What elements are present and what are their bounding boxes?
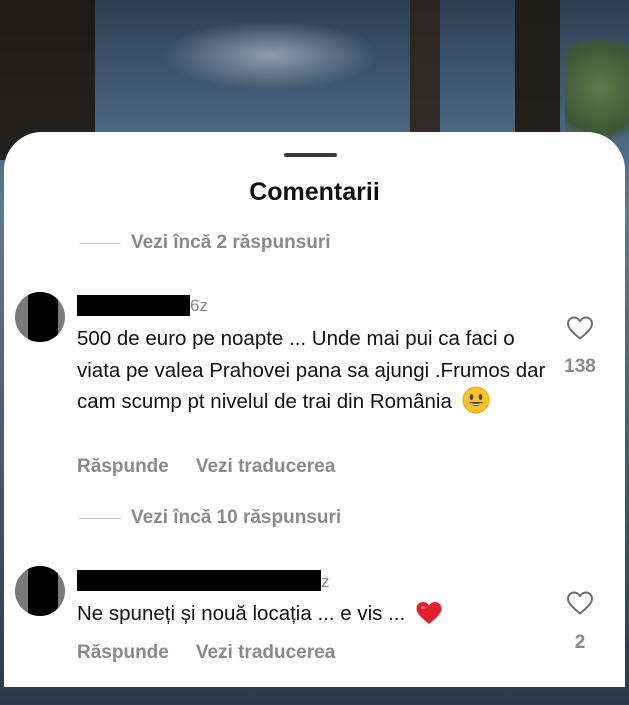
comment-text: 500 de euro pe noapte ... Unde mai pui c… — [77, 327, 546, 414]
comment-actions: Răspunde Vezi traducerea — [77, 642, 335, 664]
like-count: 138 — [564, 356, 596, 377]
comments-sheet: Comentarii Vezi încă 2 răspunsuri 6z 500… — [4, 132, 625, 687]
like-heart-icon[interactable] — [566, 590, 594, 616]
view-more-replies-2[interactable]: Vezi încă 10 răspunsuri — [79, 507, 341, 529]
username-redaction — [77, 570, 321, 591]
like-heart-icon[interactable] — [566, 315, 594, 341]
reply-button[interactable]: Răspunde — [77, 456, 169, 478]
comment-age: 6z — [190, 296, 208, 315]
smiling-face-emoji — [462, 386, 490, 414]
divider-line — [79, 242, 121, 244]
username-redaction — [77, 295, 190, 316]
divider-line — [79, 517, 121, 519]
like-count: 2 — [574, 632, 586, 653]
reply-button[interactable]: Răspunde — [77, 642, 169, 664]
comment-text: Ne spuneți și nouă locația ... e vis ... — [77, 598, 547, 630]
avatar[interactable] — [15, 292, 65, 342]
red-heart-emoji — [416, 602, 442, 624]
avatar[interactable] — [15, 566, 65, 616]
sheet-title: Comentarii — [249, 178, 380, 206]
comment-actions: Răspunde Vezi traducerea — [77, 456, 335, 478]
view-more-replies-label: Vezi încă 2 răspunsuri — [131, 232, 331, 253]
avatar-redaction — [28, 292, 58, 342]
cloud — [160, 20, 380, 90]
view-more-replies-1[interactable]: Vezi încă 2 răspunsuri — [79, 232, 331, 254]
comment-age: z — [321, 572, 330, 591]
drag-handle[interactable] — [284, 153, 337, 157]
see-translation-button[interactable]: Vezi traducerea — [196, 456, 335, 478]
see-translation-button[interactable]: Vezi traducerea — [196, 642, 335, 664]
view-more-replies-label: Vezi încă 10 răspunsuri — [131, 507, 342, 528]
avatar-redaction — [28, 566, 58, 616]
